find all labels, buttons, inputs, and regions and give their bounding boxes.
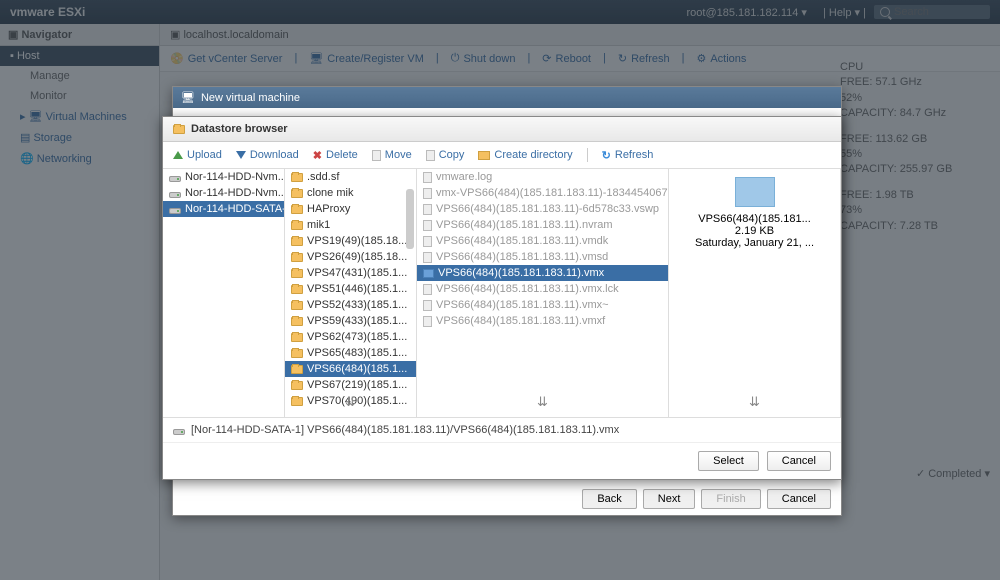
cancel-button[interactable]: Cancel bbox=[767, 451, 831, 471]
wizard-cancel-button[interactable]: Cancel bbox=[767, 489, 831, 509]
disk-icon bbox=[173, 429, 185, 435]
folder-icon bbox=[291, 397, 303, 406]
folder-item[interactable]: VPS26(49)(185.18... bbox=[285, 249, 416, 265]
folder-item[interactable]: VPS67(219)(185.1... bbox=[285, 377, 416, 393]
datastore-browser: Datastore browser Upload Download ✖Delet… bbox=[162, 116, 842, 480]
create-dir-button[interactable]: Create directory bbox=[478, 148, 572, 162]
ds-refresh-button[interactable]: ↻Refresh bbox=[602, 148, 654, 162]
resize-handle-icon[interactable]: ⇊ bbox=[537, 394, 548, 410]
file-icon bbox=[423, 284, 432, 295]
file-icon bbox=[423, 316, 432, 327]
file-item[interactable]: vmware.log bbox=[417, 169, 668, 185]
wizard-title: New virtual machine bbox=[201, 92, 300, 104]
folder-icon bbox=[291, 189, 303, 198]
file-icon bbox=[423, 300, 432, 311]
folder-item[interactable]: VPS52(433)(185.1... bbox=[285, 297, 416, 313]
datastore-list[interactable]: Nor-114-HDD-Nvm...Nor-114-HDD-Nvm...Nor-… bbox=[163, 169, 285, 417]
disk-icon bbox=[169, 176, 181, 182]
file-item[interactable]: VPS66(484)(185.181.183.11).nvram bbox=[417, 217, 668, 233]
folder-icon bbox=[291, 333, 303, 342]
file-item[interactable]: vmx-VPS66(484)(185.181.183.11)-183445406… bbox=[417, 185, 668, 201]
folder-icon bbox=[291, 381, 303, 390]
preview-name: VPS66(484)(185.181... bbox=[698, 213, 811, 225]
refresh-icon: ↻ bbox=[602, 149, 611, 162]
preview-vmx-icon bbox=[735, 177, 775, 207]
folder-icon bbox=[291, 365, 303, 374]
file-icon bbox=[423, 236, 432, 247]
disk-icon bbox=[169, 192, 181, 198]
resize-handle-icon[interactable]: ⇊ bbox=[749, 394, 760, 410]
folder-item[interactable]: VPS59(433)(185.1... bbox=[285, 313, 416, 329]
folder-icon bbox=[173, 125, 185, 134]
file-icon bbox=[423, 269, 434, 278]
file-icon bbox=[423, 188, 432, 199]
folder-item[interactable]: VPS62(473)(185.1... bbox=[285, 329, 416, 345]
ds-title: Datastore browser bbox=[191, 123, 288, 135]
folder-item[interactable]: mik1 bbox=[285, 217, 416, 233]
select-button[interactable]: Select bbox=[698, 451, 759, 471]
folder-icon bbox=[291, 349, 303, 358]
delete-button[interactable]: ✖Delete bbox=[313, 148, 358, 162]
file-preview: VPS66(484)(185.181... 2.19 KB Saturday, … bbox=[669, 169, 841, 417]
resize-handle-icon[interactable]: ⇊ bbox=[345, 394, 356, 410]
folder-list[interactable]: .sdd.sfclone mikHAProxymik1VPS19(49)(185… bbox=[285, 169, 417, 417]
file-item[interactable]: VPS66(484)(185.181.183.11).vmdk bbox=[417, 233, 668, 249]
file-icon bbox=[423, 220, 432, 231]
folder-icon bbox=[291, 205, 303, 214]
file-list[interactable]: vmware.logvmx-VPS66(484)(185.181.183.11)… bbox=[417, 169, 669, 417]
datastore-item[interactable]: Nor-114-HDD-Nvm... bbox=[163, 169, 284, 185]
file-item[interactable]: VPS66(484)(185.181.183.11).vmx~ bbox=[417, 297, 668, 313]
folder-icon bbox=[291, 221, 303, 230]
datastore-item[interactable]: Nor-114-HDD-SATA-1 bbox=[163, 201, 284, 217]
wizard-finish-button[interactable]: Finish bbox=[701, 489, 760, 509]
folder-icon bbox=[291, 253, 303, 262]
file-icon bbox=[423, 252, 432, 263]
folder-icon bbox=[291, 301, 303, 310]
vm-icon: 🖥 bbox=[181, 91, 195, 104]
file-icon bbox=[423, 172, 432, 183]
delete-icon: ✖ bbox=[313, 149, 322, 162]
folder-item[interactable]: VPS47(431)(185.1... bbox=[285, 265, 416, 281]
folder-icon bbox=[291, 285, 303, 294]
folder-item[interactable]: VPS19(49)(185.18... bbox=[285, 233, 416, 249]
wizard-next-button[interactable]: Next bbox=[643, 489, 696, 509]
folder-icon bbox=[291, 269, 303, 278]
folder-item[interactable]: clone mik bbox=[285, 185, 416, 201]
copy-button[interactable]: Copy bbox=[426, 148, 465, 162]
disk-icon bbox=[169, 208, 181, 214]
file-item[interactable]: VPS66(484)(185.181.183.11).vmxf bbox=[417, 313, 668, 329]
download-button[interactable]: Download bbox=[236, 148, 299, 162]
folder-item[interactable]: VPS51(446)(185.1... bbox=[285, 281, 416, 297]
folder-icon bbox=[291, 317, 303, 326]
download-icon bbox=[236, 151, 246, 159]
folder-item[interactable]: VPS66(484)(185.1... bbox=[285, 361, 416, 377]
create-dir-icon bbox=[478, 151, 490, 160]
file-item[interactable]: VPS66(484)(185.181.183.11)-6d578c33.vswp bbox=[417, 201, 668, 217]
upload-button[interactable]: Upload bbox=[173, 148, 222, 162]
scrollbar[interactable] bbox=[406, 189, 414, 249]
folder-item[interactable]: VPS65(483)(185.1... bbox=[285, 345, 416, 361]
wizard-back-button[interactable]: Back bbox=[582, 489, 636, 509]
copy-icon bbox=[426, 150, 435, 161]
folder-item[interactable]: HAProxy bbox=[285, 201, 416, 217]
preview-size: 2.19 KB bbox=[735, 225, 774, 237]
move-icon bbox=[372, 150, 381, 161]
file-item[interactable]: VPS66(484)(185.181.183.11).vmsd bbox=[417, 249, 668, 265]
file-icon bbox=[423, 204, 432, 215]
path-field: [Nor-114-HDD-SATA-1] VPS66(484)(185.181.… bbox=[191, 424, 619, 436]
folder-icon bbox=[291, 237, 303, 246]
folder-item[interactable]: .sdd.sf bbox=[285, 169, 416, 185]
file-item[interactable]: VPS66(484)(185.181.183.11).vmx.lck bbox=[417, 281, 668, 297]
move-button[interactable]: Move bbox=[372, 148, 412, 162]
file-item[interactable]: VPS66(484)(185.181.183.11).vmx bbox=[417, 265, 668, 281]
upload-icon bbox=[173, 151, 183, 159]
datastore-item[interactable]: Nor-114-HDD-Nvm... bbox=[163, 185, 284, 201]
preview-date: Saturday, January 21, ... bbox=[695, 237, 814, 249]
folder-icon bbox=[291, 173, 303, 182]
